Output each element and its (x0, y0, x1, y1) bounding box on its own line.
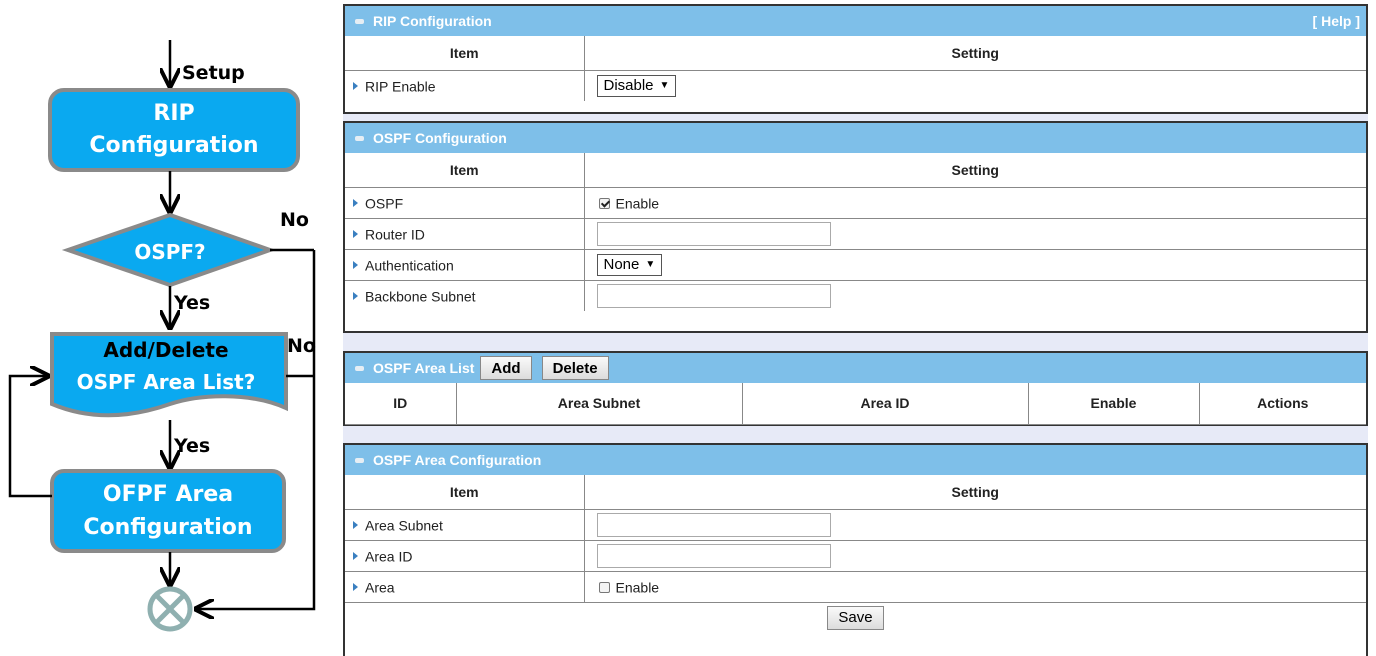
panel-bullet-icon (355, 365, 364, 371)
col-setting-header: Setting (583, 36, 1366, 71)
authentication-label: Authentication (365, 257, 454, 274)
ospf-config-table: Item Setting OSPF Enable Router ID Authe… (345, 153, 1366, 311)
triangle-right-icon (353, 552, 358, 561)
table-row: Save (345, 601, 1366, 633)
end-cross-circle-icon (147, 586, 193, 632)
col-enable-header: Enable (1027, 383, 1200, 425)
setup-label: Setup (182, 62, 245, 84)
router-id-input[interactable] (596, 221, 831, 246)
dropdown-caret-icon: ▼ (659, 80, 670, 92)
ospf-area-list-panel: OSPF Area List Add Delete ID Area Subnet… (343, 351, 1368, 426)
table-row: Area ID (345, 539, 1366, 572)
rip-enable-value: Disable (603, 77, 654, 95)
rip-step-line2: Configuration (89, 133, 258, 158)
rip-enable-label: RIP Enable (365, 78, 436, 95)
ospf-enable-label: Enable (615, 195, 660, 212)
table-row: Authentication None ▼ (345, 248, 1366, 281)
area-list-line2: OSPF Area List? (77, 370, 256, 394)
rip-config-panel: RIP Configuration [ Help ] Item Setting … (343, 4, 1368, 114)
panel-bullet-icon (355, 18, 364, 24)
add-button[interactable]: Add (480, 356, 532, 380)
area-config-line2: Configuration (83, 515, 252, 540)
delete-button[interactable]: Delete (541, 356, 609, 380)
authentication-value: None (603, 256, 640, 273)
ospf-enable-checkbox[interactable] (598, 197, 610, 209)
col-area-id-header: Area ID (741, 383, 1029, 425)
triangle-right-icon (353, 261, 358, 270)
area-list-line1: Add/Delete (103, 338, 228, 362)
panel-bullet-icon (355, 135, 364, 141)
triangle-right-icon (353, 82, 358, 91)
area-subnet-label: Area Subnet (365, 517, 443, 534)
ospf-area-list-header: OSPF Area List Add Delete (345, 353, 1366, 383)
area-id-input[interactable] (596, 543, 831, 568)
ospf-area-config-header: OSPF Area Configuration (345, 445, 1366, 475)
col-item-header: Item (345, 475, 585, 510)
ospf-area-config-title: OSPF Area Configuration (373, 452, 542, 468)
triangle-right-icon (353, 292, 358, 301)
col-actions-header: Actions (1198, 383, 1366, 425)
col-area-subnet-header: Area Subnet (455, 383, 743, 425)
table-row: Area Subnet (345, 508, 1366, 541)
ospf-area-config-table: Item Setting Area Subnet Area ID Area En… (345, 475, 1366, 633)
ospf-area-config-panel: OSPF Area Configuration Item Setting Are… (343, 443, 1368, 656)
area-label: Area (365, 579, 395, 596)
table-row: RIP Enable Disable ▼ (345, 69, 1366, 101)
panel-gap (343, 114, 1368, 121)
triangle-right-icon (353, 583, 358, 592)
decision-yes-label: Yes (173, 292, 210, 314)
dropdown-caret-icon: ▼ (645, 259, 656, 270)
table-row: Router ID (345, 217, 1366, 250)
ospf-label: OSPF (365, 195, 404, 212)
backbone-subnet-label: Backbone Subnet (365, 288, 476, 305)
ospf-config-title: OSPF Configuration (373, 130, 507, 146)
area-list-no-label: No (287, 335, 316, 357)
col-id-header: ID (345, 383, 457, 425)
triangle-right-icon (353, 199, 358, 208)
decision-no-label: No (280, 209, 309, 231)
table-row: Backbone Subnet (345, 279, 1366, 311)
area-enable-checkbox[interactable] (598, 581, 610, 593)
ospf-decision-label: OSPF? (134, 240, 205, 264)
triangle-right-icon (353, 230, 358, 239)
area-subnet-input[interactable] (596, 512, 831, 537)
col-item-header: Item (345, 153, 585, 188)
area-enable-label: Enable (615, 579, 660, 596)
col-item-header: Item (345, 36, 585, 71)
backbone-subnet-input[interactable] (596, 283, 831, 308)
save-button[interactable]: Save (827, 605, 884, 630)
authentication-select[interactable]: None ▼ (596, 253, 663, 276)
router-id-label: Router ID (365, 226, 425, 243)
ospf-area-list-title: OSPF Area List (373, 360, 475, 376)
area-config-line1: OFPF Area (103, 482, 233, 507)
panel-gap (343, 333, 1368, 351)
ospf-config-header: OSPF Configuration (345, 123, 1366, 153)
col-setting-header: Setting (583, 153, 1366, 188)
triangle-right-icon (353, 521, 358, 530)
panel-gap (343, 426, 1368, 443)
ospf-config-panel: OSPF Configuration Item Setting OSPF Ena… (343, 121, 1368, 333)
table-row: Area Enable (345, 570, 1366, 603)
area-id-label: Area ID (365, 548, 413, 565)
panel-bullet-icon (355, 457, 364, 463)
col-setting-header: Setting (583, 475, 1366, 510)
help-link[interactable]: [ Help ] (1313, 13, 1360, 29)
rip-enable-select[interactable]: Disable ▼ (596, 74, 677, 97)
table-row: OSPF Enable (345, 186, 1366, 219)
rip-config-table: Item Setting RIP Enable Disable ▼ (345, 36, 1366, 101)
rip-config-header: RIP Configuration [ Help ] (345, 6, 1366, 36)
ospf-area-list-table: ID Area Subnet Area ID Enable Actions (345, 383, 1366, 425)
flowchart: Setup RIP Configuration OSPF? No Yes Add… (8, 40, 316, 632)
rip-config-title: RIP Configuration (373, 13, 492, 29)
rip-step-line1: RIP (153, 101, 194, 126)
area-list-yes-label: Yes (173, 435, 210, 457)
